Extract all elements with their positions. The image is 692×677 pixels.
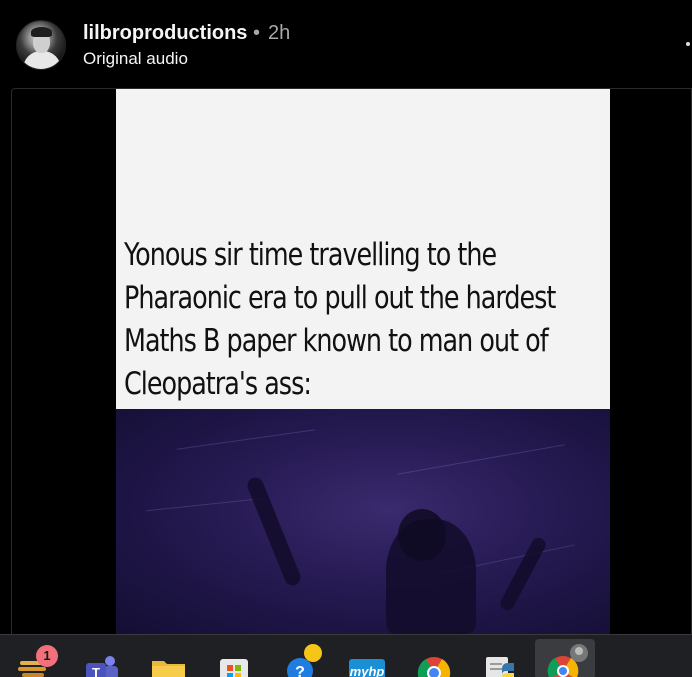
username-link[interactable]: lilbroproductions (83, 22, 247, 45)
avatar[interactable] (16, 20, 66, 70)
more-options-icon[interactable] (686, 42, 690, 46)
dancer-arm-left (245, 475, 303, 588)
video-caption: Yonous sir time travelling to the Pharao… (124, 234, 556, 406)
post-time[interactable]: 2h (268, 22, 290, 45)
light-streak (146, 497, 266, 512)
caption-panel: Yonous sir time travelling to the Pharao… (116, 89, 610, 409)
light-streak (176, 429, 316, 450)
caption-line: Maths B paper known to man out of (124, 323, 549, 359)
avatar-shirt (23, 51, 61, 69)
python-icon[interactable] (478, 641, 522, 677)
caption-line: Pharaonic era to pull out the hardest (124, 280, 556, 316)
chrome-profile-icon[interactable] (535, 639, 595, 677)
svg-text:?: ? (295, 664, 305, 677)
dancer-arm-right (498, 535, 548, 613)
post-header: lilbroproductions • 2h Original audio (0, 0, 692, 88)
video-player[interactable]: Yonous sir time travelling to the Pharao… (116, 89, 610, 634)
file-explorer-icon[interactable] (146, 641, 190, 677)
svg-text:T: T (92, 665, 100, 677)
dancer-head (398, 509, 446, 561)
teams-icon[interactable]: T (80, 641, 124, 677)
light-streak (397, 444, 565, 475)
myhp-label: myhp (350, 664, 385, 677)
meta-separator: • (253, 22, 261, 44)
caption-line: Yonous sir time travelling to the (124, 237, 497, 273)
chrome-icon[interactable] (412, 641, 456, 677)
notification-badge: 1 (36, 645, 58, 667)
myhp-icon[interactable]: myhp (346, 641, 390, 677)
windows-taskbar: T ? myhp (0, 634, 692, 677)
help-icon[interactable]: ? (280, 641, 324, 677)
audio-link[interactable]: Original audio (83, 49, 188, 69)
microsoft-store-icon[interactable] (212, 641, 256, 677)
video-frame (116, 409, 610, 634)
caption-line: Cleopatra's ass: (124, 366, 312, 402)
avatar-hair (31, 27, 52, 37)
